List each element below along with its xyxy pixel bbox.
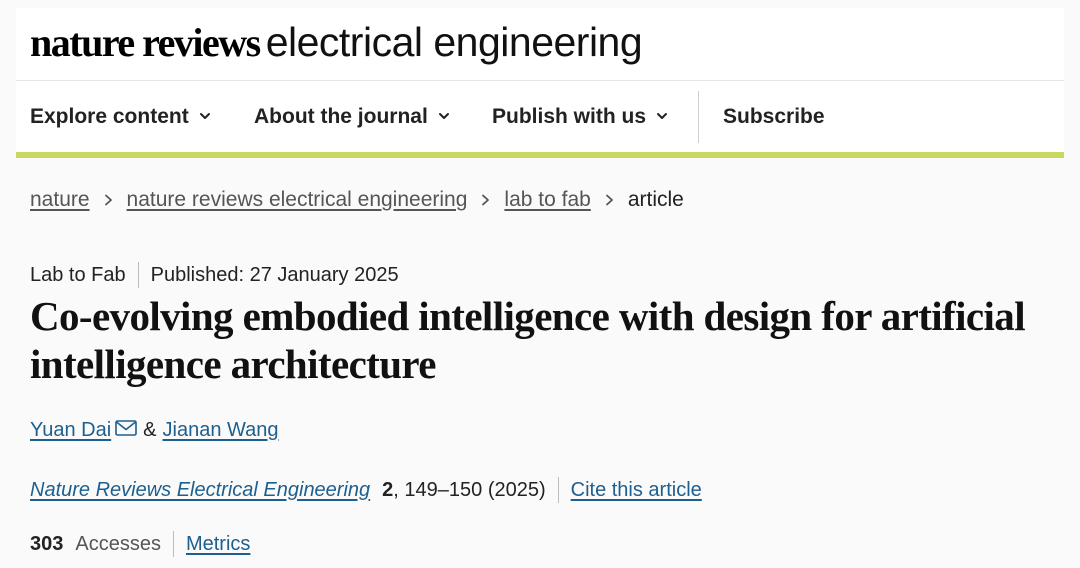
author-separator: & [143,418,157,441]
accesses-label: Accesses [75,532,161,555]
author-link-jianan-wang[interactable]: Jianan Wang [163,419,279,442]
volume-number: 2 [382,478,394,501]
article-metrics: 303 Accesses Metrics [30,530,250,558]
metrics-divider [172,531,174,557]
page-range: , 149–150 (2025) [393,478,546,501]
nav-label: About the journal [254,104,428,128]
mail-icon[interactable] [115,420,137,436]
site-header: nature reviews electrical engineering [16,8,1064,81]
article-title: Co-evolving embodied intelligence with d… [30,293,1026,387]
chevron-right-icon [104,194,112,206]
chevron-down-icon [199,112,210,119]
nav-subscribe[interactable]: Subscribe [723,81,825,152]
metrics-link[interactable]: Metrics [186,533,250,556]
nav-label: Subscribe [723,104,825,128]
nav-label: Explore content [30,104,189,128]
chevron-right-icon [605,194,613,206]
nav-divider [698,91,699,143]
breadcrumb-current: article [627,188,684,211]
author-list: Yuan Dai & Jianan Wang [30,416,279,444]
breadcrumb-link-lab-to-fab[interactable]: lab to fab [504,188,590,212]
cite-article-link[interactable]: Cite this article [571,479,702,502]
logo-subtitle: electrical engineering [265,19,643,65]
article-type: Lab to Fab [30,263,126,286]
breadcrumb: nature nature reviews electrical enginee… [30,186,684,214]
journal-link[interactable]: Nature Reviews Electrical Engineering [30,479,370,502]
citation-divider [557,477,559,503]
chevron-right-icon [482,194,490,206]
nav-publish-with-us[interactable]: Publish with us [492,81,668,152]
accesses-count: 303 [30,532,64,555]
author-link-yuan-dai[interactable]: Yuan Dai [30,419,111,442]
main-nav: Explore content About the journal Publis… [16,81,1064,152]
nav-explore-content[interactable]: Explore content [30,81,211,152]
logo-brand: nature reviews [30,20,261,65]
breadcrumb-link-nature[interactable]: nature [30,188,90,212]
article-page: nature reviews electrical engineering Exp… [0,0,1080,568]
journal-logo[interactable]: nature reviews electrical engineering [30,19,643,65]
chevron-down-icon [657,112,668,119]
article-meta: Lab to Fab Published: 27 January 2025 [30,262,399,288]
citation-line: Nature Reviews Electrical Engineering 2,… [30,476,702,504]
nav-about-journal[interactable]: About the journal [254,81,450,152]
meta-divider [137,262,139,288]
published-date: Published: 27 January 2025 [150,263,399,286]
accent-bar [16,152,1064,158]
breadcrumb-link-journal[interactable]: nature reviews electrical engineering [127,188,468,212]
chevron-down-icon [438,112,449,119]
nav-label: Publish with us [492,104,647,128]
